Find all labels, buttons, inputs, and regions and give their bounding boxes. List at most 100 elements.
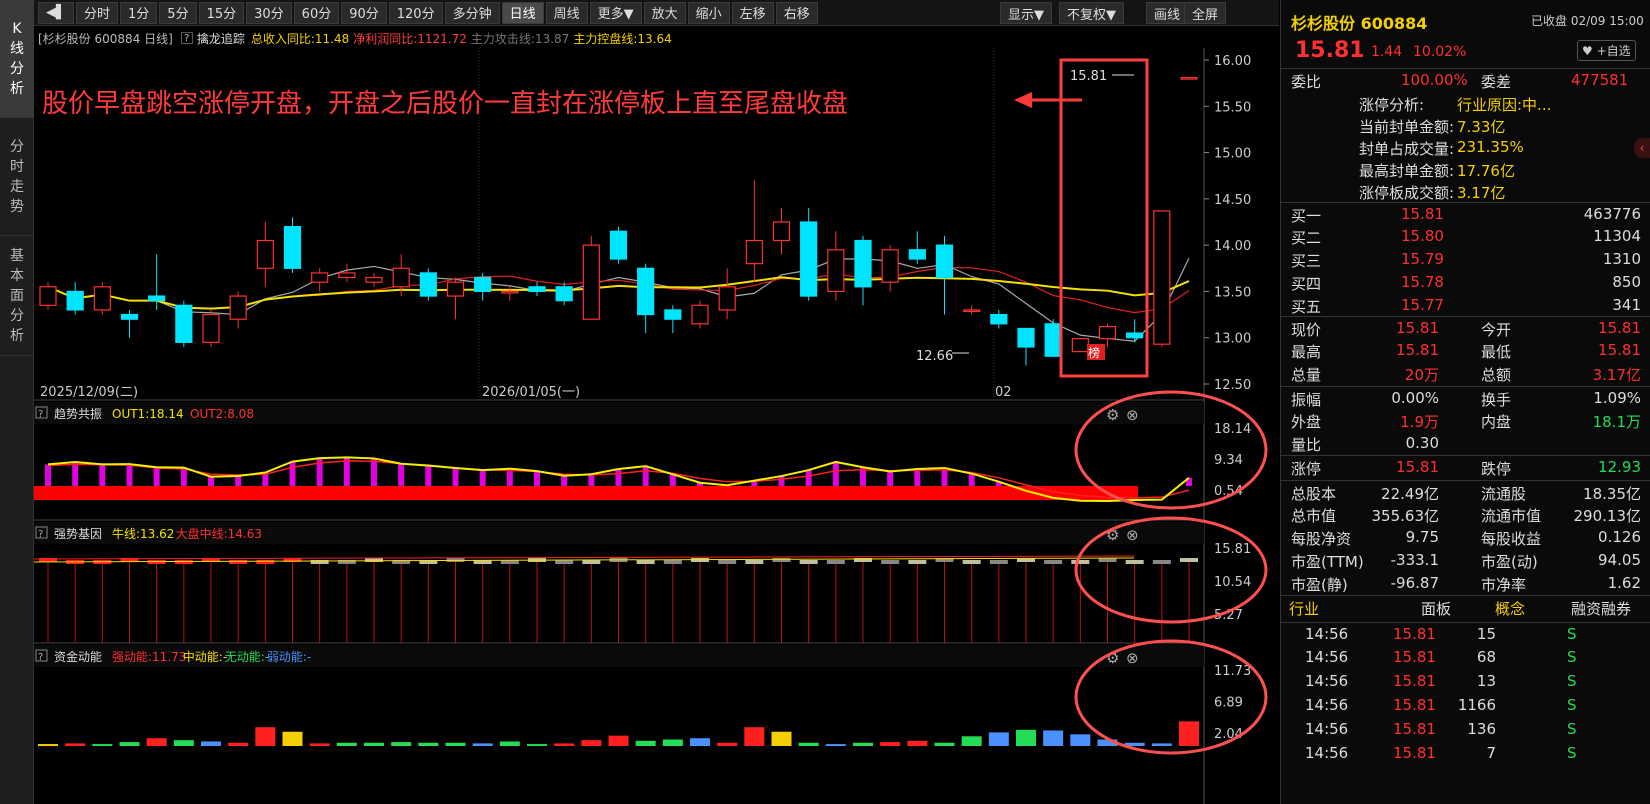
gene-bar	[1071, 560, 1090, 564]
candle-body	[881, 249, 899, 283]
value: 0.126	[1598, 528, 1641, 546]
chart-info-bar: [杉杉股份 600884 日线] ? 擒龙追踪 总收入同比:11.48 净利润同…	[34, 28, 1279, 48]
fund-bar	[717, 742, 738, 746]
quote-row: 14:56 15.81 15 S	[1281, 622, 1650, 646]
candle-body	[365, 276, 383, 283]
quote-row: 买四 15.78 850	[1281, 271, 1650, 294]
control-line: 主力控盘线:13.64	[573, 31, 672, 46]
label: 涨停分析:	[1359, 96, 1425, 114]
gene-bar	[365, 558, 383, 562]
trend-bar	[180, 467, 187, 486]
label: 最高封单金额:	[1359, 162, 1455, 180]
ma-line	[47, 266, 1190, 314]
vtab-0[interactable]: K线分析	[0, 0, 34, 118]
trend-bar	[968, 473, 975, 486]
fund-bar	[38, 744, 58, 747]
gene-bar	[772, 558, 791, 562]
add-favorite-button[interactable]: ♥ +自选	[1577, 40, 1636, 61]
trend-bar	[45, 464, 51, 486]
candle-body	[555, 286, 573, 302]
candle-body	[745, 239, 763, 265]
fund-bar	[635, 740, 656, 746]
quote-row: 涨停板成交额: 3.17亿	[1281, 180, 1650, 202]
tab-3[interactable]: 融资融券	[1571, 598, 1631, 619]
value: 15.81	[1598, 319, 1641, 337]
fund-bar	[825, 744, 846, 747]
candle-body	[664, 309, 682, 320]
value: 7.33亿	[1457, 118, 1506, 136]
fund-bar	[690, 738, 710, 746]
fund-bar	[527, 744, 547, 747]
value: 231.35%	[1457, 138, 1524, 156]
fund-bar	[853, 742, 873, 746]
main-ytick-label: 15.00	[1214, 147, 1251, 162]
trend-bar	[153, 467, 160, 486]
candle-body	[935, 244, 954, 279]
side: S	[1567, 625, 1577, 643]
trend-bar	[588, 474, 595, 486]
candle-body	[963, 309, 981, 313]
fund-bar	[1016, 729, 1036, 746]
value: 15.81	[1598, 341, 1641, 359]
fund-bar	[445, 742, 466, 746]
vtab-1[interactable]: 分时走势	[0, 118, 34, 236]
fund-bar	[201, 741, 221, 746]
trend-bar	[805, 470, 812, 486]
fund-bar	[255, 727, 276, 746]
tab-0[interactable]: 行业	[1289, 598, 1319, 619]
profit-value: 净利润同比:1121.72	[353, 31, 467, 46]
help-icon[interactable]: ?	[180, 32, 193, 44]
side: S	[1567, 672, 1577, 690]
trend-bar	[371, 458, 377, 486]
candle-body	[1071, 338, 1089, 353]
label: 委差	[1481, 73, 1512, 91]
attack-line: 主力攻击线:13.87	[470, 31, 570, 46]
trend-bar	[615, 469, 622, 486]
fund-bar	[798, 742, 819, 746]
fund-bar	[146, 738, 167, 746]
tab-1[interactable]: 面板	[1421, 598, 1451, 619]
fund-bar	[119, 742, 140, 746]
gene-bar	[663, 560, 682, 564]
collapse-arrow-icon[interactable]: ‹	[1634, 138, 1650, 158]
panel1-o2: OUT2:8.08	[190, 407, 254, 421]
trend-bar	[479, 470, 486, 486]
candle-body	[1044, 323, 1062, 357]
trend-bar	[914, 469, 921, 486]
quote-row: 杉杉股份 600884 已收盘 02/09 15:00	[1281, 8, 1650, 33]
main-ytick-label: 13.50	[1214, 285, 1251, 300]
fund-bar	[961, 736, 982, 746]
gene-bar	[174, 560, 193, 564]
trend-bar	[642, 466, 649, 486]
quote-row: 行业 面板 概念 融资融券	[1281, 595, 1650, 619]
value: 18.35亿	[1583, 485, 1641, 503]
quote-row: 市盈(TTM) -333.1 市盈(动) 94.05	[1281, 549, 1650, 572]
candle-body	[528, 286, 546, 293]
trend-bar	[99, 464, 106, 486]
gene-bar	[826, 560, 845, 564]
quote-row: 14:56 15.81 1166 S	[1281, 694, 1650, 718]
fund-bar	[499, 741, 520, 746]
close-icon: ⊗	[1126, 406, 1139, 424]
indicator-name[interactable]: 擒龙追踪	[197, 30, 245, 47]
panel1-name: 趋势共振	[54, 407, 102, 421]
trend-bar	[425, 465, 432, 486]
main-ytick-label: 13.00	[1214, 332, 1251, 347]
side: S	[1567, 696, 1577, 714]
candle-body	[501, 290, 519, 294]
gear-icon: ⚙	[1106, 406, 1119, 424]
candle-body	[175, 304, 193, 343]
candle-body	[637, 267, 655, 316]
fund-bar	[418, 742, 439, 746]
vtab-2[interactable]: 基本面分析	[0, 236, 34, 356]
tab-2[interactable]: 概念	[1495, 598, 1525, 619]
gene-bar	[799, 560, 818, 564]
fund-bar	[309, 743, 330, 746]
quote-row: 15.81 1.44 10.02% ♥ +自选	[1281, 36, 1650, 66]
gene-bar	[745, 560, 764, 564]
candle-body	[800, 221, 818, 297]
main-ytick-label: 15.50	[1214, 100, 1251, 115]
quote-row: 14:56 15.81 13 S	[1281, 670, 1650, 694]
panel2-o2: 大盘中线:14.63	[176, 526, 262, 541]
fund-bar	[472, 743, 493, 746]
